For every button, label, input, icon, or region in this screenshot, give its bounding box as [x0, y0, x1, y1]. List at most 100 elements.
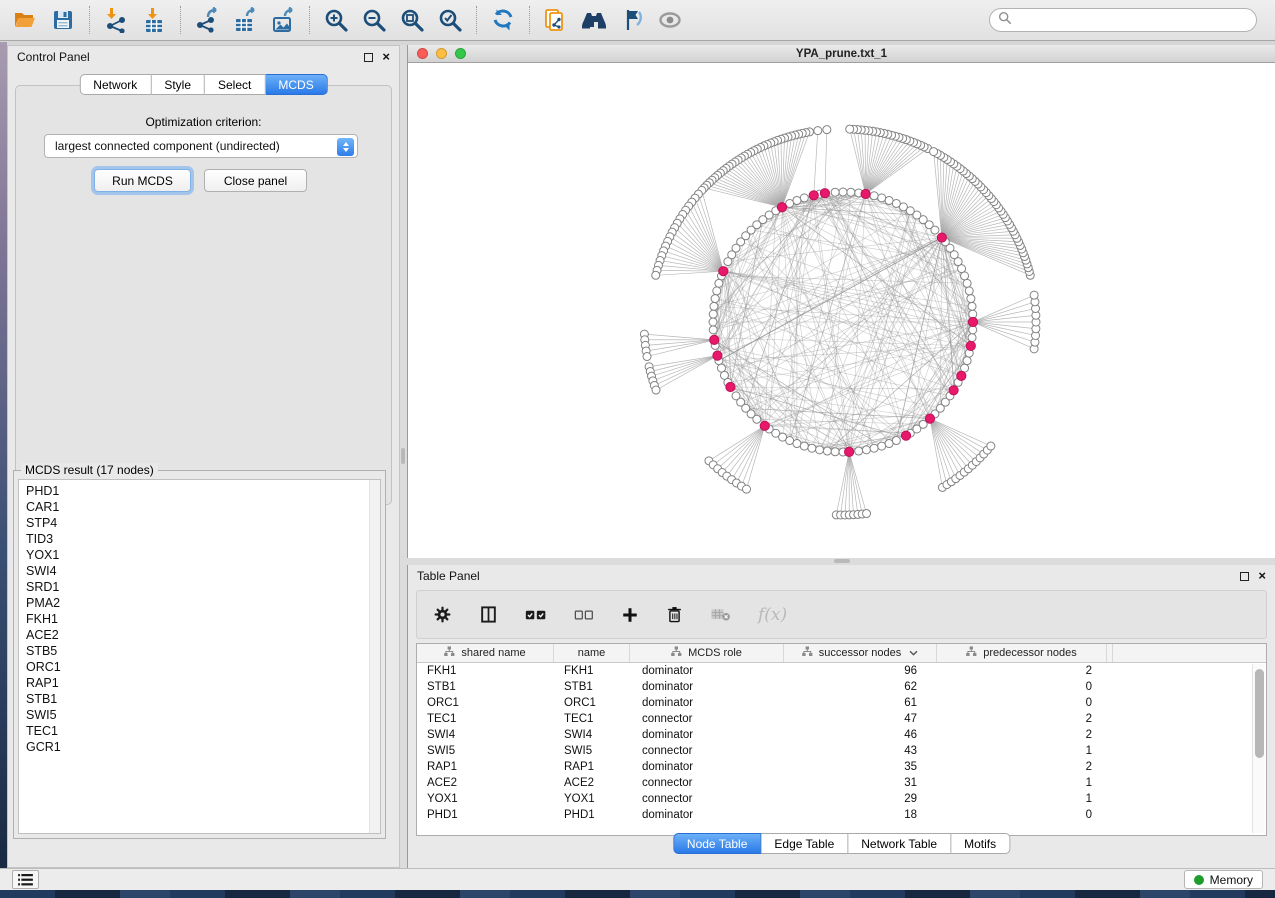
table-row[interactable]: YOX1YOX1connector291: [417, 791, 1266, 807]
zoom-in-icon[interactable]: [319, 5, 353, 35]
table-row[interactable]: ORC1ORC1dominator610: [417, 695, 1266, 711]
tab-network-table[interactable]: Network Table: [848, 833, 951, 854]
criterion-dropdown[interactable]: largest connected component (undirected): [44, 134, 358, 158]
search-box[interactable]: [989, 8, 1257, 32]
add-column-icon[interactable]: [621, 606, 639, 624]
hide-graphics-details-icon[interactable]: [615, 5, 649, 35]
graph-node[interactable]: [963, 279, 971, 287]
graph-dominator-node[interactable]: [925, 414, 934, 423]
task-history-button[interactable]: [12, 870, 39, 889]
tab-motifs[interactable]: Motifs: [951, 833, 1010, 854]
graph-node[interactable]: [870, 192, 878, 200]
graph-node[interactable]: [823, 447, 831, 455]
table-row[interactable]: RAP1RAP1dominator352: [417, 759, 1266, 775]
import-network-from-public-db-icon[interactable]: [539, 5, 573, 35]
graph-dominator-node[interactable]: [901, 431, 910, 440]
graph-node[interactable]: [724, 258, 732, 266]
clear-all-checkboxes-icon[interactable]: [574, 609, 594, 621]
result-item[interactable]: GCR1: [26, 739, 380, 755]
graph-leaf-node[interactable]: [643, 353, 651, 361]
run-mcds-button[interactable]: Run MCDS: [94, 169, 191, 192]
graph-node[interactable]: [968, 334, 976, 342]
export-image-icon[interactable]: [266, 5, 300, 35]
graph-node[interactable]: [831, 448, 839, 456]
result-item[interactable]: CAR1: [26, 499, 380, 515]
result-item[interactable]: PMA2: [26, 595, 380, 611]
result-item[interactable]: TID3: [26, 531, 380, 547]
graph-dominator-node[interactable]: [845, 447, 854, 456]
splitter-handle[interactable]: [834, 559, 850, 563]
result-list-scrollbar[interactable]: [369, 480, 380, 833]
sort-dropdown-icon[interactable]: [909, 647, 918, 659]
graph-node[interactable]: [878, 442, 886, 450]
graph-leaf-node[interactable]: [930, 148, 938, 156]
export-network-icon[interactable]: [190, 5, 224, 35]
horizontal-splitter[interactable]: [407, 558, 1275, 565]
graph-node[interactable]: [847, 188, 855, 196]
table-row[interactable]: PHD1PHD1dominator180: [417, 807, 1266, 823]
table-row[interactable]: STB1STB1dominator620: [417, 679, 1266, 695]
table-row[interactable]: TEC1TEC1connector472: [417, 711, 1266, 727]
graph-dominator-node[interactable]: [760, 421, 769, 430]
graph-dominator-node[interactable]: [957, 371, 966, 380]
graph-dominator-node[interactable]: [777, 203, 786, 212]
graph-dominator-node[interactable]: [710, 335, 719, 344]
graph-dominator-node[interactable]: [713, 351, 722, 360]
graph-node[interactable]: [831, 188, 839, 196]
graph-node[interactable]: [870, 444, 878, 452]
export-table-icon[interactable]: [228, 5, 262, 35]
graph-node[interactable]: [855, 447, 863, 455]
splitter-handle[interactable]: [401, 448, 405, 464]
table-row[interactable]: SWI5SWI5connector431: [417, 743, 1266, 759]
open-session-icon[interactable]: [8, 5, 42, 35]
graph-leaf-node[interactable]: [863, 510, 871, 518]
graph-leaf-node[interactable]: [814, 127, 822, 135]
zoom-fit-icon[interactable]: [395, 5, 429, 35]
graph-leaf-node[interactable]: [652, 271, 660, 279]
maximize-window-icon[interactable]: [455, 48, 466, 59]
graph-node[interactable]: [885, 196, 893, 204]
result-item[interactable]: STB5: [26, 643, 380, 659]
graph-dominator-node[interactable]: [809, 191, 818, 200]
graph-leaf-node[interactable]: [652, 386, 660, 394]
result-item[interactable]: YOX1: [26, 547, 380, 563]
refresh-network-icon[interactable]: [486, 5, 520, 35]
table-row[interactable]: FKH1FKH1dominator962: [417, 663, 1266, 679]
graph-node[interactable]: [800, 194, 808, 202]
close-panel-icon[interactable]: ×: [1258, 571, 1266, 581]
graph-leaf-node[interactable]: [987, 442, 995, 450]
result-item[interactable]: STP4: [26, 515, 380, 531]
graph-node[interactable]: [709, 310, 717, 318]
tab-style[interactable]: Style: [151, 74, 205, 95]
vertical-splitter[interactable]: [400, 45, 407, 868]
graph-node[interactable]: [713, 287, 721, 295]
float-panel-icon[interactable]: [1240, 572, 1249, 581]
graph-dominator-node[interactable]: [937, 233, 946, 242]
graph-node[interactable]: [968, 302, 976, 310]
table-row[interactable]: SWI4SWI4dominator462: [417, 727, 1266, 743]
import-table-from-file-icon[interactable]: [137, 5, 171, 35]
result-item[interactable]: STB1: [26, 691, 380, 707]
graph-node[interactable]: [753, 415, 761, 423]
graph-dominator-node[interactable]: [966, 341, 975, 350]
graph-node[interactable]: [967, 295, 975, 303]
table-scrollbar-thumb[interactable]: [1255, 669, 1264, 758]
column-header-shared-name[interactable]: shared name: [417, 644, 554, 662]
graph-node[interactable]: [816, 446, 824, 454]
show-eye-icon[interactable]: [653, 5, 687, 35]
mcds-result-list[interactable]: PHD1CAR1STP4TID3YOX1SWI4SRD1PMA2FKH1ACE2…: [18, 479, 381, 834]
close-panel-icon[interactable]: ×: [382, 52, 390, 62]
tab-edge-table[interactable]: Edge Table: [761, 833, 848, 854]
result-item[interactable]: SWI4: [26, 563, 380, 579]
column-header-predecessor-nodes[interactable]: predecessor nodes: [937, 644, 1107, 662]
graph-dominator-node[interactable]: [820, 189, 829, 198]
graph-dominator-node[interactable]: [719, 267, 728, 276]
table-settings-gear-icon[interactable]: [433, 605, 452, 624]
function-builder-icon[interactable]: f(x): [758, 605, 787, 625]
graph-leaf-node[interactable]: [823, 126, 831, 134]
graph-node[interactable]: [793, 440, 801, 448]
table-row[interactable]: ACE2ACE2connector311: [417, 775, 1266, 791]
column-header-name[interactable]: name: [554, 644, 630, 662]
graph-leaf-node[interactable]: [743, 485, 751, 493]
network-canvas[interactable]: [408, 63, 1275, 558]
